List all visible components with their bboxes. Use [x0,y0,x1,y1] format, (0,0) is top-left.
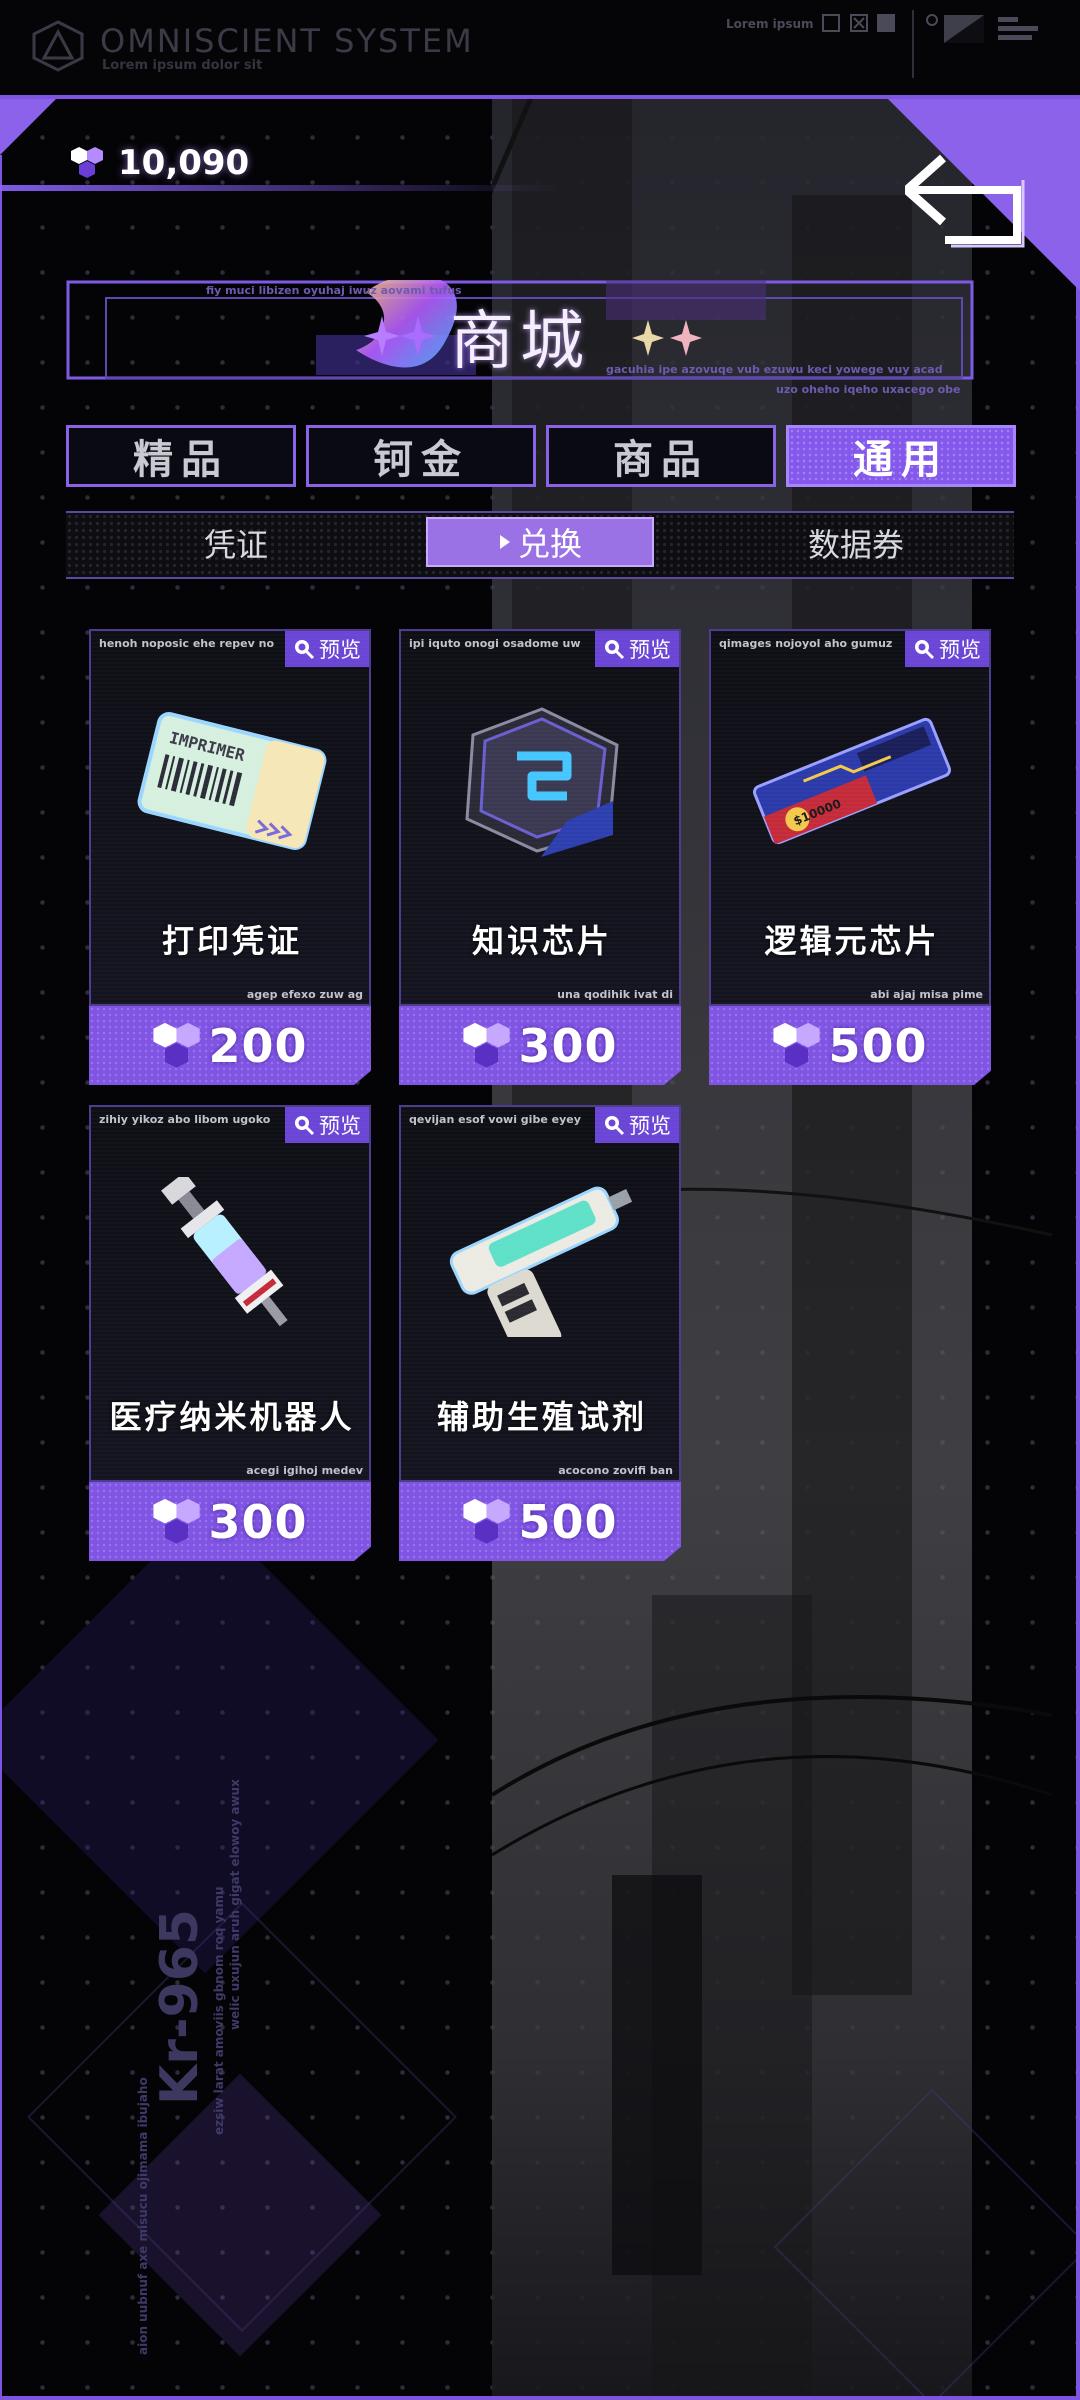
hex-gem-icon [153,1022,201,1068]
item-price: 300 [89,1482,371,1561]
hex-gem-icon [71,147,103,178]
preview-label: 预览 [319,1114,361,1138]
item-foot: agep efexo zuw ag [246,988,363,1001]
currency-glow [0,185,560,191]
chip-icon [465,707,619,857]
tab-tongyong[interactable]: 通用 [786,425,1016,487]
item-price: 200 [89,1006,371,1085]
item-card-body: ipi iquto onogi osadome uw 预览 知识芯片 una q… [399,629,681,1006]
preview-button[interactable]: 预览 [285,631,369,667]
item-card-knowledge-chip[interactable]: ipi iquto onogi osadome uw 预览 知识芯片 una q… [399,629,681,1085]
item-name: 医疗纳米机器人 [109,1398,355,1436]
preview-label: 预览 [629,638,671,662]
preview-label: 预览 [939,638,981,662]
decor-vertical-text: ezsiw larat amoviis gbnom roq yamu [212,1886,226,2135]
decor-vertical-text: welic uxujun aruh gigat elowoy awux [228,1779,242,2030]
system-subtitle: Lorem ipsum dolor sit [102,58,263,73]
preview-button[interactable]: 预览 [285,1107,369,1143]
decor-vertical-text: aion uubnuf axe misucu ojimama ibujaho [136,2077,150,2355]
item-tag: ipi iquto onogi osadome uw [409,637,581,650]
sub-tabs: 凭证 兑换 数据券 [66,511,1014,579]
shop-title-banner: 商城 fiy muci libizen oyuhaj iwuz aovami t… [66,280,974,396]
preview-button[interactable]: 预览 [905,631,989,667]
system-bar: OMNISCIENT SYSTEM Lorem ipsum dolor sit … [0,0,1080,95]
subtab-duihuan-label: 兑换 [517,525,582,563]
system-logo-icon [32,20,84,72]
magnifier-icon [295,1116,315,1136]
item-card-print-voucher[interactable]: henoh noposic ehe repev no 预览 IMPRIMER 打… [89,629,371,1085]
micro-text: uzo oheho iqeho uxacego obe [776,383,961,396]
hex-gem-icon [463,1498,511,1544]
window-close-box-icon [850,14,868,32]
subtab-shujuquan[interactable]: 数据券 [746,513,966,573]
item-card-body: henoh noposic ehe repev no 预览 IMPRIMER 打… [89,629,371,1006]
item-price-value: 200 [208,1018,308,1073]
micro-text: fiy muci libizen oyuhaj iwuz aovami tufu… [206,284,462,297]
micro-text: gacuhia ipe azovuqe vub ezuwu keci yoweg… [606,363,943,376]
subtab-duihuan[interactable]: 兑换 [426,517,654,567]
item-card-body: zihiy yikoz abo libom ugoko 预览 医疗纳米机器人 a… [89,1105,371,1482]
system-title: OMNISCIENT SYSTEM [100,22,474,60]
injector-gun-icon [449,1186,633,1337]
svg-text:IMPRIMER: IMPRIMER [167,728,247,765]
svg-text:$10000: $10000 [791,796,843,828]
system-status-label: Lorem ipsum [726,17,814,31]
ticket-icon: IMPRIMER [137,712,327,850]
item-price-value: 300 [208,1494,308,1549]
magnifier-icon [605,1116,625,1136]
system-divider [912,10,914,78]
item-card-body: qimages nojoyol aho gumuz 预览 $10000 逻辑元芯… [709,629,991,1006]
syringe-icon [161,1177,288,1327]
item-name: 逻辑元芯片 [764,922,940,960]
tab-shangpin[interactable]: 商品 [546,425,776,487]
preview-label: 预览 [629,1114,671,1138]
window-box-icon [822,14,840,32]
category-tabs: 精品 钶金 商品 通用 [66,425,1016,489]
item-name: 打印凭证 [161,922,302,960]
currency-amount: 10,090 [118,143,250,183]
hex-gem-icon [153,1498,201,1544]
item-price: 500 [709,1006,991,1085]
item-price-value: 500 [518,1494,618,1549]
decor-code: Kr-965 [150,1908,210,2105]
magnifier-icon [295,640,315,660]
item-tag: qimages nojoyol aho gumuz [719,637,893,650]
caret-right-icon [499,535,510,549]
item-foot: acocono zovifi ban [558,1464,673,1477]
tab-jingpin[interactable]: 精品 [66,425,296,487]
item-card-nano-robot[interactable]: zihiy yikoz abo libom ugoko 预览 医疗纳米机器人 a… [89,1105,371,1561]
item-card-body: qevijan esof vowi gibe eyey 预览 辅助生殖试剂 ac… [399,1105,681,1482]
preview-button[interactable]: 预览 [595,631,679,667]
hex-gem-icon [773,1022,821,1068]
item-tag: henoh noposic ehe repev no [99,637,275,650]
preview-label: 预览 [319,638,361,662]
item-name: 知识芯片 [471,922,612,960]
item-name: 辅助生殖试剂 [436,1398,647,1436]
window-filled-box-icon [877,14,895,32]
system-controls-icon [926,14,1038,43]
item-price: 500 [399,1482,681,1561]
item-card-reproduction-reagent[interactable]: qevijan esof vowi gibe eyey 预览 辅助生殖试剂 ac… [399,1105,681,1561]
magnifier-icon [605,640,625,660]
tab-kejin[interactable]: 钶金 [306,425,536,487]
shop-frame: Kr-965 ezsiw larat amoviis gbnom roq yam… [0,95,1080,2400]
item-price-value: 300 [518,1018,618,1073]
back-button[interactable] [905,150,1035,250]
preview-button[interactable]: 预览 [595,1107,679,1143]
item-foot: acegi igihoj medev [246,1464,363,1477]
magnifier-icon [915,640,935,660]
currency-display: 10,090 [70,143,249,183]
logic-chip-icon: $10000 [752,717,952,845]
item-price-value: 500 [828,1018,928,1073]
item-foot: una qodihik ivat di [557,988,673,1001]
item-tag: qevijan esof vowi gibe eyey [409,1113,581,1126]
subtab-pingzheng[interactable]: 凭证 [136,513,336,573]
item-tag: zihiy yikoz abo libom ugoko [99,1113,271,1126]
item-foot: abi ajaj misa pime [870,988,983,1001]
item-card-logic-chip[interactable]: qimages nojoyol aho gumuz 预览 $10000 逻辑元芯… [709,629,991,1085]
hex-gem-icon [463,1022,511,1068]
item-price: 300 [399,1006,681,1085]
